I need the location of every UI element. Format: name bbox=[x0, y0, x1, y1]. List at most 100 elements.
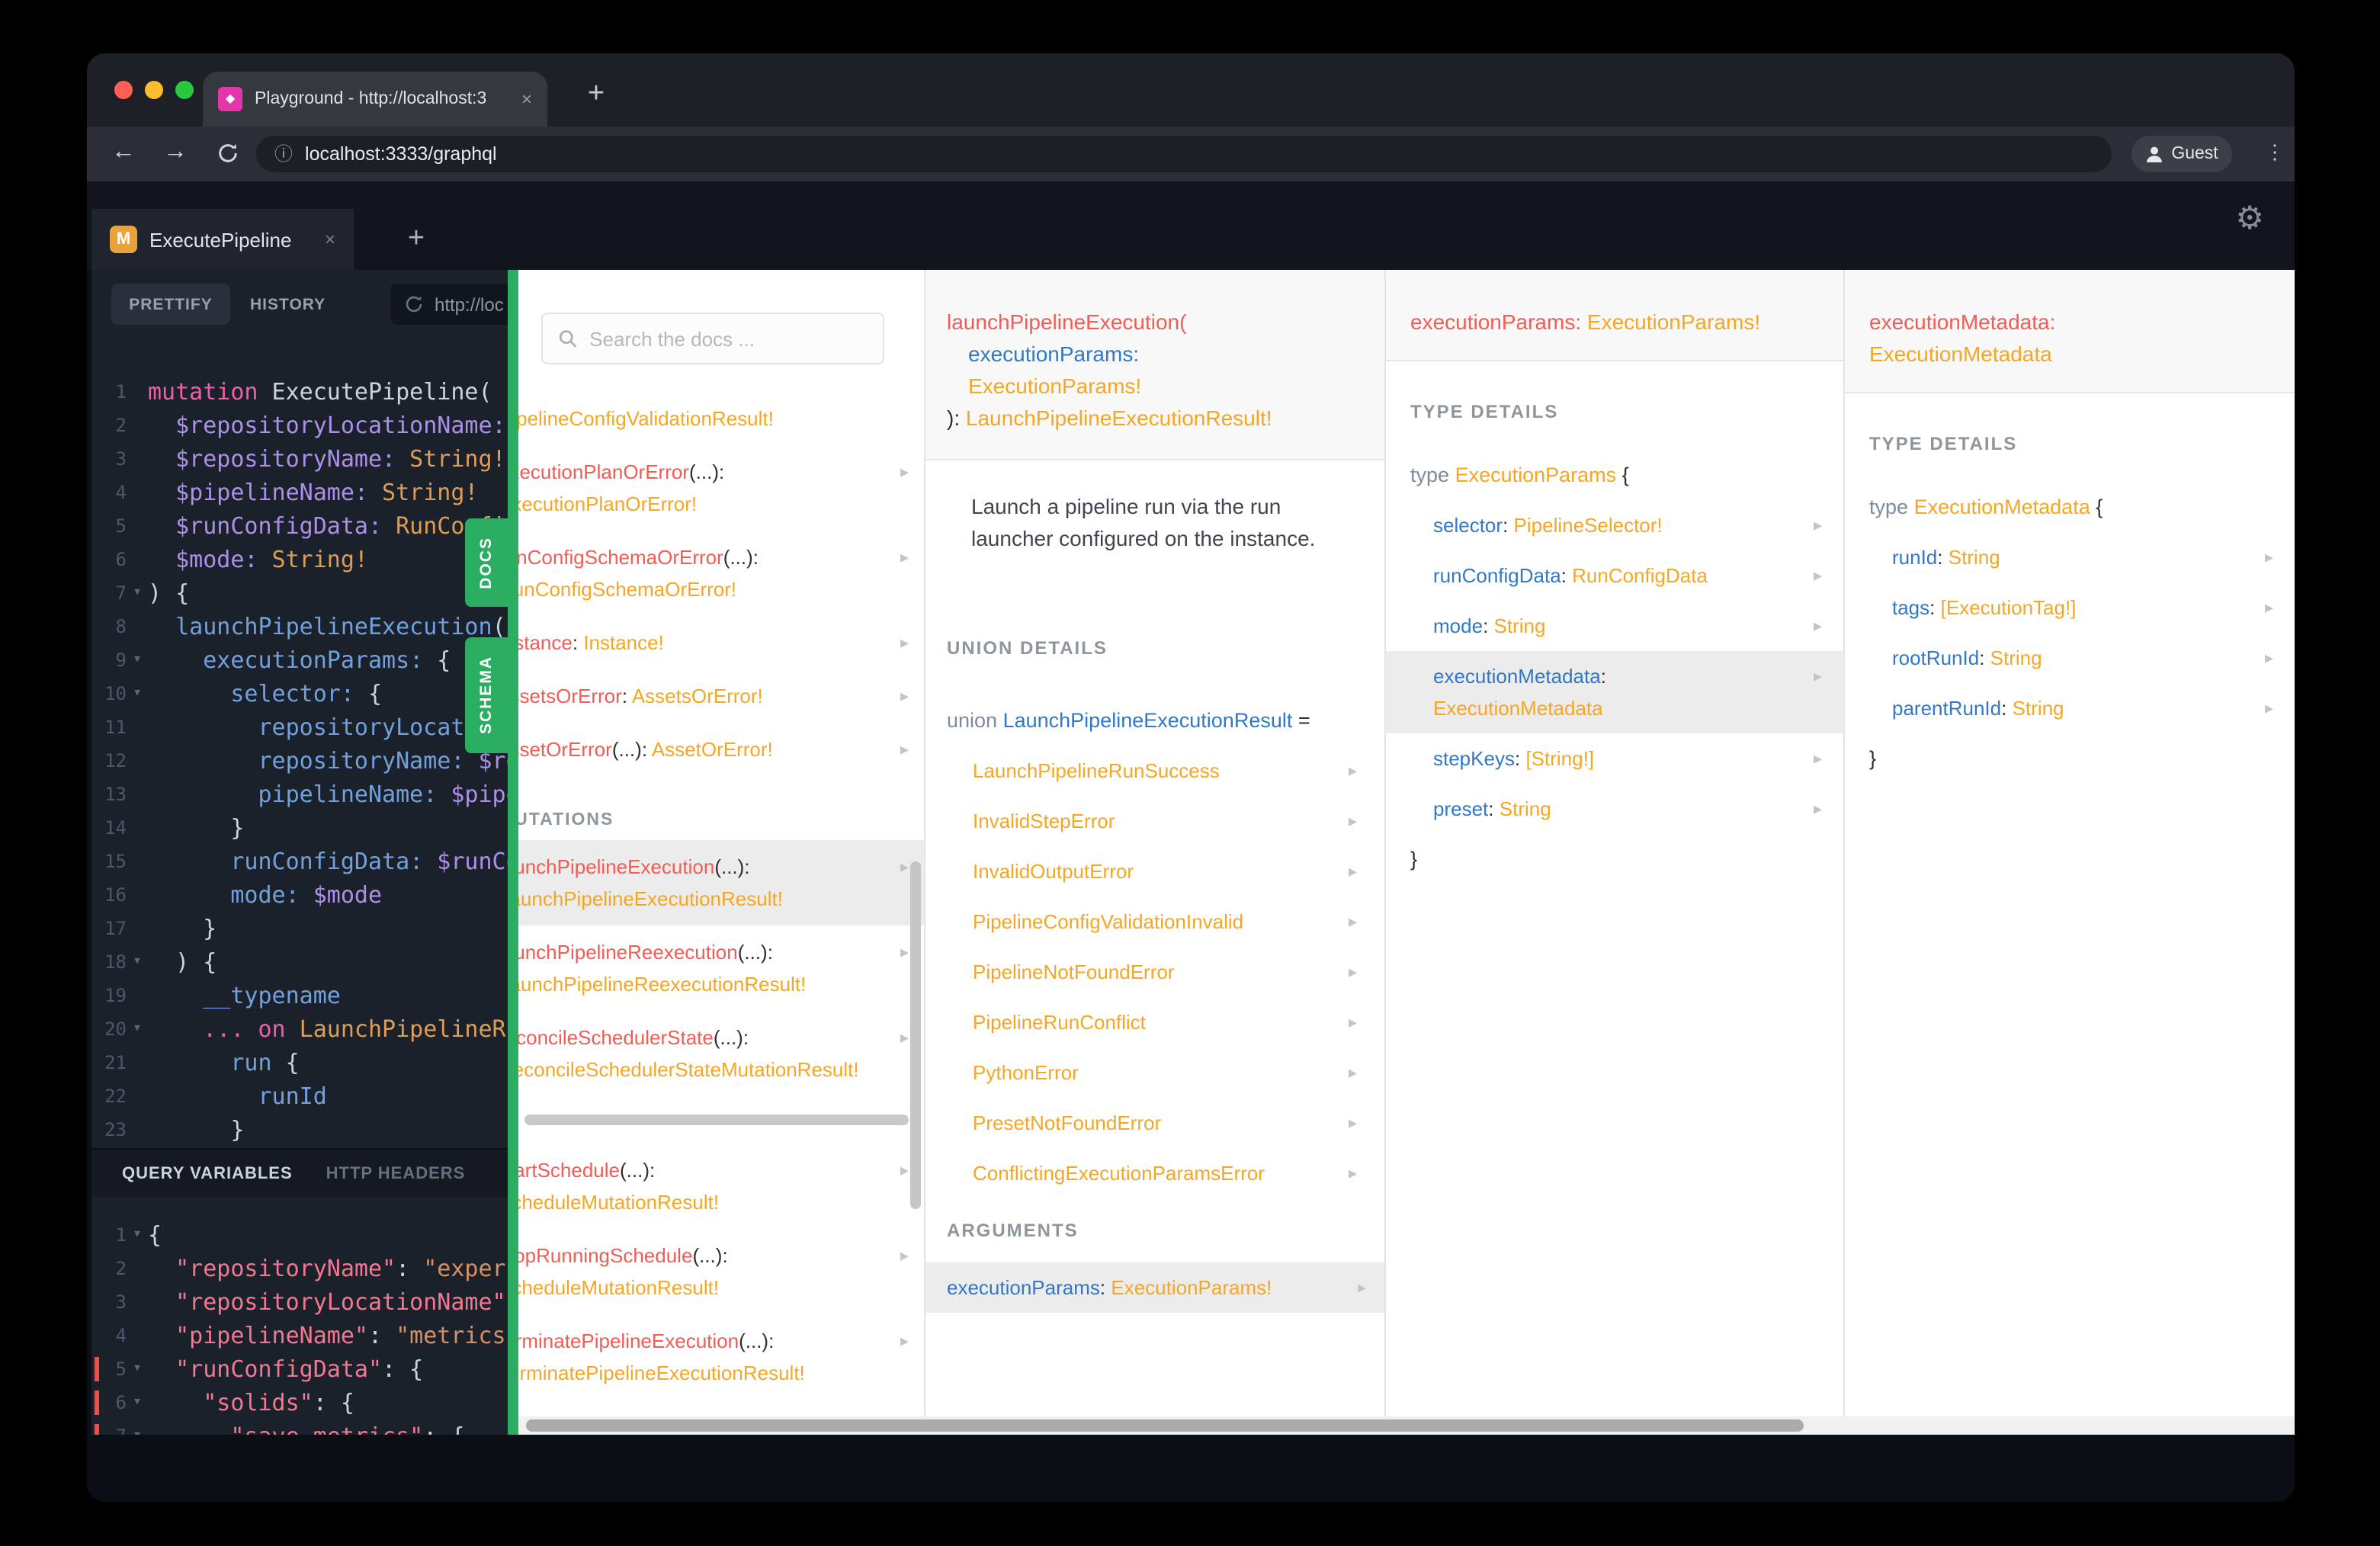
query-editor[interactable]: 1 mutation ExecutePipeline(2 $repositoryL… bbox=[91, 338, 508, 1148]
prettify-button[interactable]: PRETTIFY bbox=[111, 284, 230, 325]
type-field[interactable]: runConfigData: RunConfigData ▸ bbox=[1386, 550, 1843, 601]
minimize-window-button[interactable] bbox=[145, 81, 163, 99]
type-field[interactable]: stepKeys: [String!] ▸ bbox=[1386, 733, 1843, 784]
docs-item[interactable]: assetOrError(...): AssetOrError! ▸ bbox=[518, 723, 924, 776]
chevron-right-icon[interactable]: ▸ bbox=[1814, 611, 1822, 643]
docs-item[interactable]: assetsOrError: AssetsOrError! ▸ bbox=[518, 669, 924, 723]
new-session-button[interactable]: + bbox=[396, 221, 436, 261]
browser-menu-icon[interactable]: ⋮ bbox=[2261, 140, 2289, 165]
chevron-right-icon[interactable]: ▸ bbox=[2265, 694, 2273, 726]
code-line[interactable]: 11 repositoryLocationName: $repositoryLo… bbox=[91, 710, 508, 744]
docs-item[interactable]: reconcileSchedulerState(...): ReconcileSc… bbox=[518, 1011, 924, 1096]
fold-arrow-icon[interactable]: ▾ bbox=[127, 576, 148, 610]
chevron-right-icon[interactable]: ▸ bbox=[900, 1326, 909, 1358]
code-line[interactable]: 1 mutation ExecutePipeline( bbox=[91, 375, 508, 409]
chevron-right-icon[interactable]: ▸ bbox=[1349, 1008, 1357, 1040]
chevron-right-icon[interactable]: ▸ bbox=[1814, 662, 1822, 694]
horizontal-scrollbar-thumb[interactable] bbox=[524, 1115, 909, 1125]
schema-tab[interactable]: SCHEMA bbox=[465, 637, 508, 753]
code-line[interactable]: 18 ▾ ) { bbox=[91, 945, 508, 979]
chevron-right-icon[interactable]: ▸ bbox=[900, 938, 909, 970]
chevron-right-icon[interactable]: ▸ bbox=[900, 628, 909, 660]
code-line[interactable]: 22 runId bbox=[91, 1079, 508, 1113]
chevron-right-icon[interactable]: ▸ bbox=[1814, 561, 1822, 593]
code-line[interactable]: 9 ▾ executionParams: { bbox=[91, 643, 508, 677]
chevron-right-icon[interactable]: ▸ bbox=[1814, 744, 1822, 776]
endpoint-input[interactable]: http://loc bbox=[390, 284, 508, 325]
url-bar[interactable]: ⓘ localhost:3333/graphql bbox=[256, 136, 2112, 172]
code-line[interactable]: 23 } bbox=[91, 1113, 508, 1147]
code-line[interactable]: 4 "pipelineName": "metrics bbox=[91, 1319, 508, 1352]
code-line[interactable]: 19 __typename bbox=[91, 979, 508, 1012]
argument-row[interactable]: executionParams: ExecutionParams! ▸ bbox=[925, 1262, 1384, 1313]
union-member[interactable]: InvalidStepError ▸ bbox=[925, 796, 1384, 846]
union-member[interactable]: InvalidOutputError ▸ bbox=[925, 846, 1384, 896]
fold-arrow-icon[interactable]: ▾ bbox=[127, 677, 148, 710]
back-icon[interactable]: ← bbox=[105, 139, 142, 169]
type-field[interactable]: preset: String ▸ bbox=[1386, 784, 1843, 834]
fold-arrow-icon[interactable]: ▾ bbox=[127, 1419, 148, 1435]
chevron-right-icon[interactable]: ▸ bbox=[1814, 794, 1822, 826]
docs-item[interactable]: terminatePipelineExecution(...): Terminat… bbox=[518, 1314, 924, 1400]
chevron-right-icon[interactable]: ▸ bbox=[1349, 957, 1357, 990]
fold-arrow-icon[interactable]: ▾ bbox=[127, 945, 148, 979]
union-member[interactable]: PythonError ▸ bbox=[925, 1047, 1384, 1098]
chevron-right-icon[interactable]: ▸ bbox=[900, 1156, 909, 1188]
code-line[interactable]: 7▾ "save metrics": { bbox=[91, 1419, 508, 1435]
type-field[interactable]: parentRunId: String ▸ bbox=[1845, 683, 2295, 733]
fold-arrow-icon[interactable]: ▾ bbox=[127, 1386, 148, 1419]
code-line[interactable]: 13 pipelineName: $pipelineName bbox=[91, 778, 508, 811]
query-editor-pane[interactable]: PRETTIFY HISTORY http://loc 1 mutation Ex… bbox=[91, 270, 508, 1435]
chevron-right-icon[interactable]: ▸ bbox=[1349, 907, 1357, 939]
code-line[interactable]: 15 runConfigData: $runConfigData bbox=[91, 845, 508, 878]
type-field[interactable]: runId: String ▸ bbox=[1845, 532, 2295, 582]
code-line[interactable]: 6 $mode: String! bbox=[91, 543, 508, 576]
fold-arrow-icon[interactable]: ▾ bbox=[127, 1012, 148, 1046]
type-field[interactable]: selector: PipelineSelector! ▸ bbox=[1386, 500, 1843, 550]
code-line[interactable]: 2 "repositoryName": "exper bbox=[91, 1252, 508, 1285]
chevron-right-icon[interactable]: ▸ bbox=[900, 543, 909, 575]
code-line[interactable]: 8 launchPipelineExecution( bbox=[91, 610, 508, 643]
code-line[interactable]: 6 ▾ "solids": { bbox=[91, 1386, 508, 1419]
session-tab[interactable]: M ExecutePipeline × bbox=[91, 209, 354, 270]
union-member[interactable]: PresetNotFoundError ▸ bbox=[925, 1098, 1384, 1148]
code-line[interactable]: 10 ▾ selector: { bbox=[91, 677, 508, 710]
code-line[interactable]: 1 ▾{ bbox=[91, 1218, 508, 1252]
type-field[interactable]: rootRunId: String ▸ bbox=[1845, 633, 2295, 683]
code-line[interactable]: 21 run { bbox=[91, 1046, 508, 1079]
chevron-right-icon[interactable]: ▸ bbox=[900, 1023, 909, 1055]
docs-item[interactable]: launchPipelineReexecution(...): LaunchPip… bbox=[518, 925, 924, 1011]
fold-arrow-icon[interactable]: ▾ bbox=[127, 1352, 148, 1386]
maximize-window-button[interactable] bbox=[175, 81, 194, 99]
chevron-right-icon[interactable]: ▸ bbox=[1349, 807, 1357, 839]
docs-tab[interactable]: DOCS bbox=[465, 518, 508, 607]
code-line[interactable]: 16 mode: $mode bbox=[91, 878, 508, 912]
code-line[interactable]: 7 ▾) { bbox=[91, 576, 508, 610]
code-line[interactable]: 4 $pipelineName: String! bbox=[91, 476, 508, 509]
horizontal-scrollbar-thumb[interactable] bbox=[526, 1419, 1804, 1432]
docs-search-box[interactable] bbox=[541, 313, 884, 364]
union-member[interactable]: PipelineRunConflict ▸ bbox=[925, 997, 1384, 1047]
union-member[interactable]: PipelineNotFoundError ▸ bbox=[925, 947, 1384, 997]
docs-item[interactable]: deletePipelineRun(...):DeletePipelineRun… bbox=[518, 1400, 924, 1416]
docs-item[interactable]: stopRunningSchedule(...):ScheduleMutatio… bbox=[518, 1229, 924, 1314]
chevron-right-icon[interactable]: ▸ bbox=[2265, 543, 2273, 575]
horizontal-scrollbar[interactable] bbox=[518, 1416, 2295, 1435]
type-field[interactable]: tags: [ExecutionTag!] ▸ bbox=[1845, 582, 2295, 633]
fold-arrow-icon[interactable]: ▾ bbox=[127, 1218, 148, 1252]
reload-icon[interactable] bbox=[209, 139, 245, 169]
code-line[interactable]: 3 $repositoryName: String! bbox=[91, 442, 508, 476]
code-line[interactable]: 17 } bbox=[91, 912, 508, 945]
docs-item-partial[interactable]: PipelineConfigValidationResult! bbox=[518, 392, 924, 445]
browser-tab[interactable]: ◆ Playground - http://localhost:3 × bbox=[203, 72, 547, 127]
chevron-right-icon[interactable]: ▸ bbox=[2265, 643, 2273, 675]
new-tab-button[interactable]: + bbox=[575, 75, 617, 117]
chevron-right-icon[interactable]: ▸ bbox=[1349, 1108, 1357, 1140]
type-field[interactable]: mode: String ▸ bbox=[1386, 601, 1843, 651]
union-member[interactable]: ConflictingExecutionParamsError ▸ bbox=[925, 1148, 1384, 1198]
tab-http-headers[interactable]: HTTP HEADERS bbox=[326, 1164, 466, 1182]
close-window-button[interactable] bbox=[114, 81, 133, 99]
profile-button[interactable]: Guest bbox=[2131, 136, 2232, 172]
code-line[interactable]: 3 "repositoryLocationName": bbox=[91, 1285, 508, 1319]
chevron-right-icon[interactable]: ▸ bbox=[1349, 1159, 1357, 1191]
